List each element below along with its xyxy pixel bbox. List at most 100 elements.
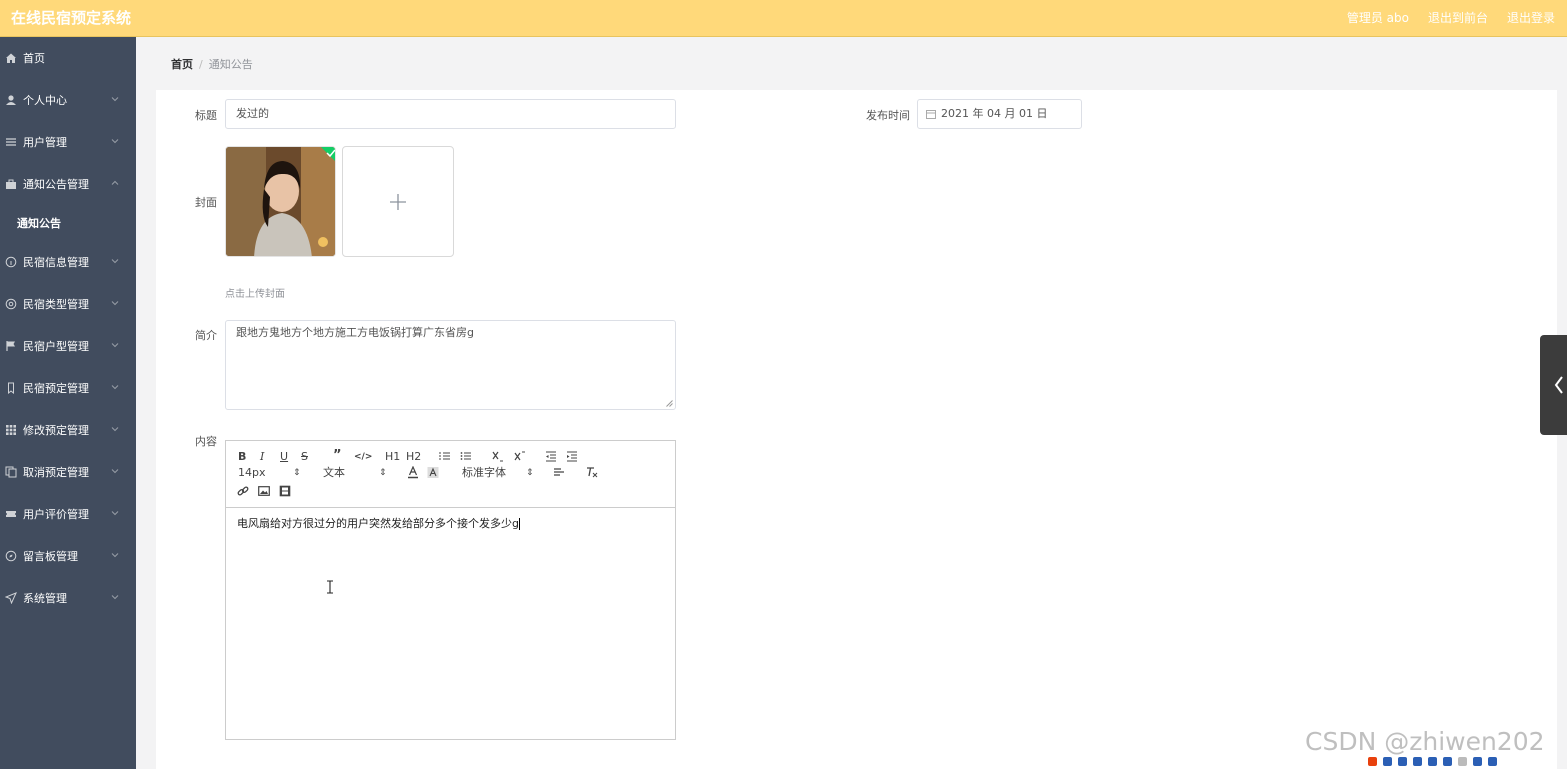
sidebar-item-label: 用户管理	[23, 136, 67, 149]
aperture-icon	[5, 298, 17, 310]
editor-content[interactable]: 电风扇给对方很过分的用户突然发给部分多个接个发多少g	[226, 508, 675, 540]
content-label: 内容	[195, 435, 217, 448]
sidebar-item-user-reviews[interactable]: 用户评价管理	[0, 493, 136, 535]
punctuation-icon	[1398, 757, 1407, 766]
sidebar-item-homestay-info[interactable]: 民宿信息管理	[0, 241, 136, 283]
top-actions: 管理员 abo 退出到前台 退出登录	[1347, 9, 1555, 26]
keyboard-icon	[1443, 757, 1452, 766]
subscript-icon[interactable]	[492, 450, 504, 462]
sidebar-item-users[interactable]: 用户管理	[0, 121, 136, 163]
sidebar-item-message-board[interactable]: 留言板管理	[0, 535, 136, 577]
sidebar-item-room-type[interactable]: 民宿户型管理	[0, 325, 136, 367]
bold-icon[interactable]: B	[238, 450, 246, 464]
text-caret	[518, 518, 520, 530]
bullet-list-icon[interactable]	[460, 450, 472, 462]
block-type-select[interactable]: 文本	[323, 466, 345, 480]
underline-icon[interactable]: U	[280, 450, 288, 464]
upload-cover-button[interactable]	[342, 146, 454, 257]
exit-to-frontend-link[interactable]: 退出到前台	[1428, 9, 1488, 26]
breadcrumb-home[interactable]: 首页	[171, 58, 193, 71]
header1-button[interactable]: H1	[385, 450, 400, 464]
image-icon[interactable]	[258, 485, 270, 497]
resize-handle-icon[interactable]	[666, 400, 673, 407]
blockquote-icon[interactable]: ”	[333, 449, 342, 463]
emoji-icon	[1413, 757, 1422, 766]
code-block-icon[interactable]: </>	[354, 450, 372, 464]
publish-date-value: 2021 年 04 月 01 日	[941, 107, 1048, 120]
compass-icon	[5, 550, 17, 562]
breadcrumb: 首页 / 通知公告	[171, 56, 253, 72]
flag-icon	[5, 340, 17, 352]
grid-icon	[5, 424, 17, 436]
font-size-dropdown-icon[interactable]: ⇕	[293, 466, 301, 480]
chevron-down-icon	[110, 508, 120, 518]
chevron-down-icon	[110, 94, 120, 104]
sidebar-item-system[interactable]: 系统管理	[0, 577, 136, 619]
font-family-select[interactable]: 标准字体	[462, 466, 506, 480]
chevron-down-icon	[110, 298, 120, 308]
plus-icon	[390, 193, 406, 210]
text-cursor-icon	[326, 580, 334, 594]
sidebar: 首页 个人中心 用户管理 通知公告管理 通知公告 民宿信息管理 民宿类型管理 民…	[0, 37, 136, 769]
sidebar-item-booking[interactable]: 民宿预定管理	[0, 367, 136, 409]
sidebar-item-notice-management[interactable]: 通知公告管理	[0, 163, 136, 205]
superscript-icon[interactable]	[514, 450, 526, 462]
title-input[interactable]: 发过的	[225, 99, 676, 129]
chevron-down-icon	[110, 256, 120, 266]
editor-toolbar: B I U S ” </> H1 H2 14px ⇕ 文本 ⇕ 标准字体 ⇕	[226, 441, 675, 508]
chevron-down-icon	[110, 340, 120, 350]
intro-text: 跟地方鬼地方个地方施工方电饭锅打算广东省房g	[236, 326, 474, 339]
italic-icon[interactable]: I	[260, 450, 264, 464]
sidebar-item-label: 个人中心	[23, 94, 67, 107]
watermark: CSDN @zhiwen202	[1305, 727, 1545, 756]
sidebar-item-profile[interactable]: 个人中心	[0, 79, 136, 121]
sidebar-item-home[interactable]: 首页	[0, 37, 136, 79]
ticket-icon	[5, 508, 17, 520]
cover-label: 封面	[195, 196, 217, 209]
sidebar-item-cancel-booking[interactable]: 取消预定管理	[0, 451, 136, 493]
sidebar-item-label: 民宿户型管理	[23, 340, 89, 353]
sidebar-item-label: 系统管理	[23, 592, 67, 605]
chevron-up-icon	[110, 178, 120, 188]
chevron-left-icon	[1554, 376, 1563, 394]
breadcrumb-separator: /	[199, 58, 203, 71]
app-title: 在线民宿预定系统	[11, 9, 132, 27]
font-size-select[interactable]: 14px	[238, 466, 266, 480]
sidebar-item-label: 民宿类型管理	[23, 298, 89, 311]
ordered-list-icon[interactable]	[439, 450, 451, 462]
bookmark-icon	[5, 382, 17, 394]
sidebar-item-label: 修改预定管理	[23, 424, 89, 437]
header2-button[interactable]: H2	[406, 450, 421, 464]
cover-image[interactable]	[225, 146, 336, 257]
sidebar-item-label: 用户评价管理	[23, 508, 89, 521]
bag-icon	[5, 178, 17, 190]
font-family-dropdown-icon[interactable]: ⇕	[526, 466, 534, 480]
logout-link[interactable]: 退出登录	[1507, 9, 1555, 26]
indent-icon[interactable]	[566, 450, 578, 462]
outdent-icon[interactable]	[545, 450, 557, 462]
background-color-icon[interactable]	[427, 466, 439, 479]
sidebar-item-label: 首页	[23, 52, 45, 65]
chevron-down-icon	[110, 136, 120, 146]
sidebar-subitem-notice[interactable]: 通知公告	[0, 205, 136, 241]
breadcrumb-current: 通知公告	[208, 58, 253, 71]
intro-textarea[interactable]: 跟地方鬼地方个地方施工方电饭锅打算广东省房g	[225, 320, 676, 410]
sidebar-item-label: 取消预定管理	[23, 466, 89, 479]
block-type-dropdown-icon[interactable]: ⇕	[379, 466, 387, 480]
calendar-icon	[926, 109, 936, 119]
link-icon[interactable]	[237, 485, 249, 497]
microphone-icon	[1428, 757, 1437, 766]
admin-user-label: 管理员 abo	[1346, 11, 1409, 25]
collapse-side-tab[interactable]	[1540, 335, 1567, 435]
chevron-down-icon	[110, 424, 120, 434]
sidebar-item-modify-booking[interactable]: 修改预定管理	[0, 409, 136, 451]
sidebar-item-label: 民宿预定管理	[23, 382, 89, 395]
strikethrough-icon[interactable]: S	[301, 450, 308, 464]
align-icon[interactable]	[553, 466, 565, 478]
sidebar-item-homestay-type[interactable]: 民宿类型管理	[0, 283, 136, 325]
clear-format-icon[interactable]	[586, 466, 598, 478]
publish-date-picker[interactable]: 2021 年 04 月 01 日	[917, 99, 1082, 129]
video-icon[interactable]	[279, 485, 291, 497]
chevron-down-icon	[110, 550, 120, 560]
font-color-icon[interactable]	[407, 466, 419, 479]
